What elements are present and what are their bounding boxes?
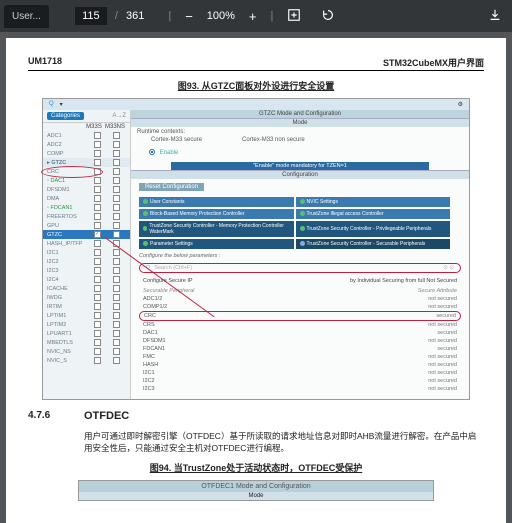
pdf-toolbar: User... / 361 | − 100% + | [0, 0, 512, 32]
gear-icon: ⚙ [458, 101, 463, 108]
search-field: ▾ [60, 101, 63, 108]
peripheral-row: GPU [43, 221, 130, 230]
secure-row: I2C3not secured [143, 385, 457, 393]
config-tab: TrustZone Illegal access Controller [296, 209, 451, 219]
secure-row: FDCAN1secured [143, 345, 457, 353]
peripheral-row: DMA [43, 194, 130, 203]
secure-row: DAC1secured [143, 329, 457, 337]
document-tab[interactable]: User... [4, 5, 49, 28]
peripheral-row: MBEDTLS [43, 338, 130, 347]
peripheral-row: I2C2 [43, 257, 130, 266]
peripheral-row: ◦ FDCAN1 [43, 203, 130, 212]
param-search-box: Q Search (Ctrl+F) ⊙ ⊙ [139, 263, 461, 273]
fit-page-icon[interactable] [281, 6, 307, 27]
secure-row: FMCnot secured [143, 353, 457, 361]
secure-row: HASHnot secured [143, 361, 457, 369]
figure-94-caption: 图94. 当TrustZone处于活动状态时，OTFDEC受保护 [28, 461, 484, 474]
pdf-page: UM1718 STM32CubeMX用户界面 图93. 从GTZC面板对外设进行… [6, 38, 506, 523]
peripheral-row: CRC [43, 167, 130, 176]
cm33-nonsecure-label: Cortex-M33 non secure [242, 137, 305, 143]
config-tab: User Constants [139, 197, 294, 207]
config-tab: TrustZone Security Controller - Memory P… [139, 221, 294, 237]
mode-header: Mode [131, 118, 469, 127]
reset-config-button: Reset Configuration [139, 183, 204, 191]
secure-row: CRCsecured [139, 311, 461, 321]
config-tab: Parameter Settings [139, 239, 294, 249]
categories-panel: Categories A→Z M33S M33NS ADC1ADC2COMP▸ … [43, 110, 131, 399]
peripheral-row: COMP [43, 149, 130, 158]
config-tabs: User ConstantsNVIC SettingsBlock-Based M… [131, 195, 469, 251]
secure-row: I2C1not secured [143, 369, 457, 377]
doc-id: UM1718 [28, 56, 62, 66]
config-tab: TrustZone Security Controller - Securabl… [296, 239, 451, 249]
figure-93-caption: 图93. 从GTZC面板对外设进行安全设置 [28, 79, 484, 92]
peripheral-row: ADC1 [43, 131, 130, 140]
peripheral-row: GTZC [43, 230, 130, 239]
peripheral-row: ADC2 [43, 140, 130, 149]
figure-94: OTFDEC1 Mode and Configuration Mode [78, 480, 434, 501]
secure-row: I2C2not secured [143, 377, 457, 385]
secure-attr-label: Secure Attribute [418, 288, 457, 294]
securable-periph-label: Securable Peripheral [143, 288, 418, 294]
search-nav: ⊙ ⊙ [443, 265, 454, 271]
secure-row: CRSnot secured [143, 321, 457, 329]
peripheral-row: I2C3 [43, 266, 130, 275]
cm33-secure-label: Cortex-M33 secure [151, 137, 202, 143]
peripheral-row: NVIC_NS [43, 347, 130, 356]
figure-93: Q ▾ ⚙ Categories A→Z M33S M33NS ADC1ADC2… [42, 98, 470, 400]
secure-ip-label: Configure Secure IP [143, 278, 350, 284]
page-number-input[interactable] [75, 7, 107, 25]
secure-ip-desc: by Individual Securing from full Not Sec… [350, 278, 457, 284]
section-title: OTFDEC [84, 410, 129, 422]
search-placeholder: Search (Ctrl+F) [154, 265, 192, 271]
gtzc-header: GTZC Mode and Configuration [131, 110, 469, 118]
peripheral-row: DFSDM1 [43, 185, 130, 194]
peripheral-row: ▸ GTZC [43, 158, 130, 167]
section-paragraph: 用户可通过即时解密引擎（OTFDEC）基于所读取的请求地址信息对即时AHB流量进… [84, 430, 484, 456]
configuration-header: Configuration [131, 170, 469, 179]
peripheral-row: LPTIM1 [43, 311, 130, 320]
enable-radio [149, 149, 155, 155]
peripheral-row: LPTIM2 [43, 320, 130, 329]
page-total: 361 [126, 10, 144, 22]
doc-title: STM32CubeMX用户界面 [383, 56, 484, 69]
config-tab: TrustZone Security Controller - Privileg… [296, 221, 451, 237]
section-number: 4.7.6 [28, 410, 70, 422]
zoom-in-button[interactable]: + [243, 7, 263, 26]
peripheral-row: I2C4 [43, 275, 130, 284]
zoom-level: 100% [207, 10, 235, 22]
sort-az: A→Z [112, 113, 126, 119]
secure-row: DFSDM1not secured [143, 337, 457, 345]
peripheral-row: IWDG [43, 293, 130, 302]
rotate-icon[interactable] [315, 6, 341, 27]
peripheral-row: I2C1 [43, 248, 130, 257]
peripheral-row: FREERTOS [43, 212, 130, 221]
mandatory-banner: "Enable" mode mandatory for TZEN=1 [171, 162, 429, 170]
config-tab: Block-Based Memory Protection Controller [139, 209, 294, 219]
zoom-out-button[interactable]: − [179, 7, 199, 26]
config-subtitle: Configure the below parameters : [131, 251, 469, 261]
peripheral-row: LPUART1 [43, 329, 130, 338]
col-m33s: M33S [84, 124, 104, 130]
otfdec-header: OTFDEC1 Mode and Configuration [79, 481, 433, 492]
secure-table: ADC1/2not securedCOMP1/2not securedCRCse… [131, 295, 469, 399]
page-separator: / [115, 10, 118, 22]
peripheral-list: ADC1ADC2COMP▸ GTZCCRC◦ DAC1DFSDM1DMA◦ FD… [43, 131, 130, 365]
download-icon[interactable] [482, 6, 508, 27]
otfdec-mode: Mode [79, 492, 433, 500]
config-tab: NVIC Settings [296, 197, 451, 207]
secure-row: COMP1/2not secured [143, 303, 457, 311]
peripheral-row: NVIC_S [43, 356, 130, 365]
config-panel: GTZC Mode and Configuration Mode Runtime… [131, 110, 469, 399]
enable-label: Enable [160, 150, 179, 156]
peripheral-row: ICACHE [43, 284, 130, 293]
col-m33ns: M33NS [104, 124, 126, 130]
categories-button: Categories [47, 112, 84, 120]
search-icon: Q [49, 101, 54, 108]
peripheral-row: IRTIM [43, 302, 130, 311]
peripheral-row: ◦ DAC1 [43, 176, 130, 185]
runtime-contexts-label: Runtime contexts: [131, 127, 469, 137]
